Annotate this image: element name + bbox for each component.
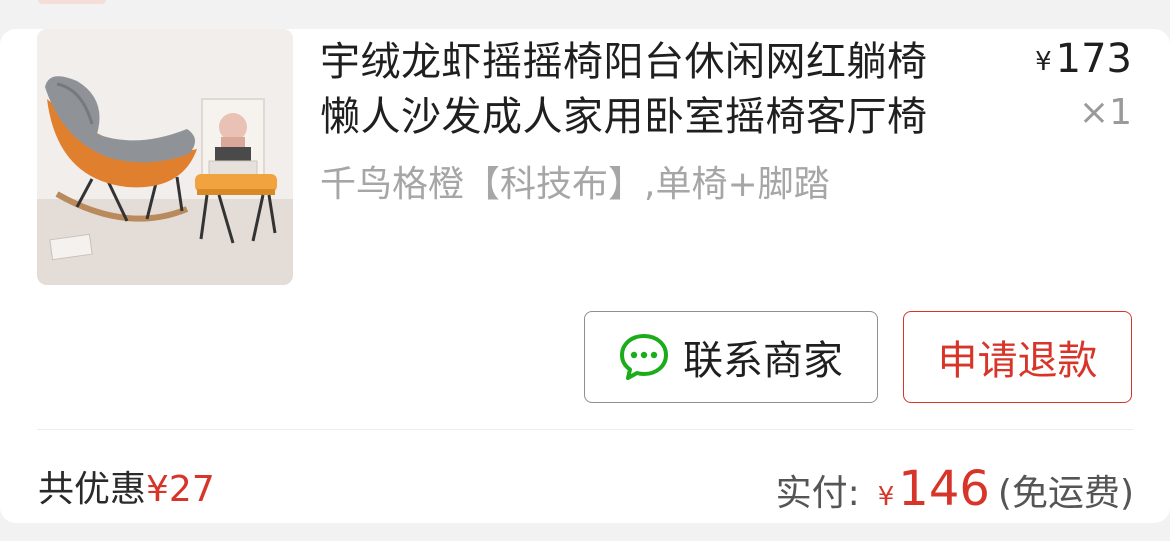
actual-payment: 实付: ¥ 146 (免运费) [776, 461, 1134, 517]
request-refund-label: 申请退款 [937, 338, 1098, 384]
paid-label: 实付: [775, 473, 860, 514]
product-title[interactable]: 宇绒龙虾摇摇椅阳台休闲网红躺椅 懒人沙发成人家用卧室摇椅客厅椅 [320, 35, 1010, 145]
chat-bubble-icon [619, 332, 669, 382]
shipping-note: (免运费) [997, 473, 1134, 514]
paid-amount: 146 [898, 461, 990, 517]
paid-currency-symbol: ¥ [877, 482, 895, 512]
previous-card-edge [38, 0, 106, 4]
contact-merchant-label: 联系商家 [683, 338, 843, 384]
discount-label: 共优惠 [38, 469, 147, 510]
currency-symbol: ¥ [1035, 47, 1052, 77]
rocking-chair-illustration [37, 29, 293, 285]
product-spec: 千鸟格橙【科技布】,单椅+脚踏 [320, 164, 830, 205]
discount-amount: ¥27 [146, 469, 215, 510]
product-title-line1: 宇绒龙虾摇摇椅阳台休闲网红躺椅 [320, 39, 928, 85]
product-title-line2: 懒人沙发成人家用卧室摇椅客厅椅 [320, 94, 928, 140]
price-value: 173 [1055, 36, 1132, 82]
unit-price: ¥173 [1035, 37, 1132, 84]
quantity: ×1 [1078, 92, 1132, 133]
total-discount: 共优惠¥27 [38, 465, 215, 515]
order-item-card: 宇绒龙虾摇摇椅阳台休闲网红躺椅 懒人沙发成人家用卧室摇椅客厅椅 ¥173 ×1 … [0, 29, 1170, 523]
divider [37, 429, 1133, 430]
request-refund-button[interactable]: 申请退款 [903, 311, 1132, 403]
contact-merchant-button[interactable]: 联系商家 [584, 311, 878, 403]
product-image[interactable] [37, 29, 293, 285]
